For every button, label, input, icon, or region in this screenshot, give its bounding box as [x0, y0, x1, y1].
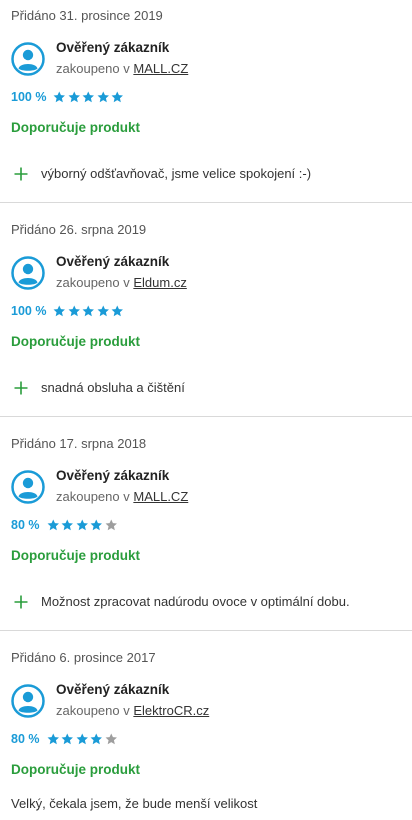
star-filled-icon [82, 91, 95, 103]
purchase-source: zakoupeno v Eldum.cz [56, 275, 187, 290]
rating-percent: 100 % [11, 304, 47, 318]
rating-percent: 80 % [11, 518, 40, 532]
star-filled-icon [97, 91, 109, 103]
purchase-source: zakoupeno v ElektroCR.cz [56, 703, 209, 718]
reviewer-name: Ověřený zákazník [56, 468, 170, 483]
star-filled-icon [111, 91, 124, 103]
rating-percent: 100 % [11, 90, 47, 104]
star-filled-icon [82, 305, 95, 317]
pro-text: výborný odšťavňovač, jsme velice spokoje… [41, 166, 312, 181]
shop-link[interactable]: ElektroCR.cz [133, 703, 209, 718]
review-date: Přidáno 6. prosince 2017 [11, 650, 156, 665]
star-filled-icon [53, 305, 66, 317]
rating-stars [46, 518, 119, 532]
review-comment: Velký, čekala jsem, že bude menší veliko… [11, 796, 258, 811]
rating-stars [52, 90, 125, 104]
review-date: Přidáno 26. srpna 2019 [11, 222, 147, 237]
purchase-source-prefix: zakoupeno v [56, 489, 130, 504]
star-filled-icon [68, 305, 80, 317]
star-filled-icon [111, 305, 124, 317]
star-filled-icon [53, 91, 66, 103]
star-filled-icon [68, 91, 80, 103]
rating-stars [46, 732, 119, 746]
pro-text: Možnost zpracovat nadúrodu ovoce v optim… [41, 594, 350, 609]
shop-link[interactable]: MALL.CZ [133, 61, 188, 76]
rating-percent: 80 % [11, 732, 40, 746]
review-divider [0, 202, 412, 203]
recommend-label: Doporučuje produkt [11, 334, 140, 349]
purchase-source-prefix: zakoupeno v [56, 703, 130, 718]
star-empty-icon [105, 733, 117, 745]
recommend-label: Doporučuje produkt [11, 548, 140, 563]
star-filled-icon [90, 519, 102, 531]
shop-link[interactable]: MALL.CZ [133, 489, 188, 504]
pro-item: Možnost zpracovat nadúrodu ovoce v optim… [14, 594, 350, 609]
review-divider [0, 630, 412, 631]
review-divider [0, 416, 412, 417]
star-filled-icon [76, 733, 88, 745]
rating: 100 % [11, 304, 125, 318]
purchase-source: zakoupeno v MALL.CZ [56, 489, 188, 504]
user-avatar-icon [11, 470, 45, 504]
purchase-source: zakoupeno v MALL.CZ [56, 61, 188, 76]
star-filled-icon [90, 733, 102, 745]
recommend-label: Doporučuje produkt [11, 120, 140, 135]
reviewer-name: Ověřený zákazník [56, 682, 170, 697]
star-filled-icon [47, 519, 59, 531]
user-avatar-icon [11, 256, 45, 290]
rating: 100 % [11, 90, 125, 104]
pro-item: snadná obsluha a čištění [14, 380, 185, 395]
purchase-source-prefix: zakoupeno v [56, 61, 130, 76]
reviewer-name: Ověřený zákazník [56, 254, 170, 269]
review-date: Přidáno 31. prosince 2019 [11, 8, 163, 23]
user-avatar-icon [11, 684, 45, 718]
star-filled-icon [61, 519, 73, 531]
plus-icon [14, 595, 28, 608]
star-empty-icon [105, 519, 117, 531]
pro-item: výborný odšťavňovač, jsme velice spokoje… [14, 166, 311, 181]
rating: 80 % [11, 732, 118, 746]
reviewer-name: Ověřený zákazník [56, 40, 170, 55]
shop-link[interactable]: Eldum.cz [133, 275, 186, 290]
rating-stars [52, 304, 125, 318]
star-filled-icon [76, 519, 88, 531]
star-filled-icon [47, 733, 59, 745]
plus-icon [14, 167, 28, 180]
user-avatar-icon [11, 42, 45, 76]
purchase-source-prefix: zakoupeno v [56, 275, 130, 290]
recommend-label: Doporučuje produkt [11, 762, 140, 777]
pro-text: snadná obsluha a čištění [41, 380, 185, 395]
review-date: Přidáno 17. srpna 2018 [11, 436, 147, 451]
star-filled-icon [97, 305, 109, 317]
rating: 80 % [11, 518, 118, 532]
plus-icon [14, 381, 28, 394]
star-filled-icon [61, 733, 73, 745]
